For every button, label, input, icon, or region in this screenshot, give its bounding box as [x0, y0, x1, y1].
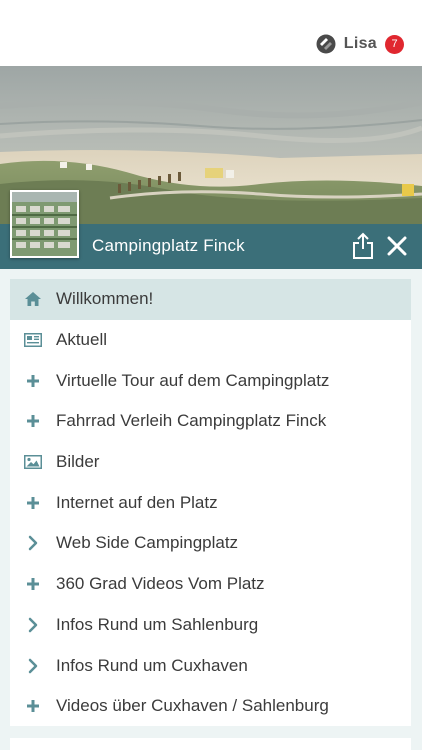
- menu-item-label: Infos Rund um Sahlenburg: [56, 614, 259, 634]
- home-icon: [24, 290, 42, 308]
- menu-item-videos-cuxhaven[interactable]: Videos über Cuxhaven / Sahlenburg: [10, 686, 411, 727]
- username: Lisa: [343, 35, 377, 52]
- menu-item-label: Videos über Cuxhaven / Sahlenburg: [56, 696, 329, 716]
- menu-item-infos-sahlenburg[interactable]: Infos Rund um Sahlenburg: [10, 605, 411, 646]
- menu-item-bilder[interactable]: Bilder: [10, 442, 411, 483]
- user-menu[interactable]: Lisa 7: [316, 31, 404, 57]
- top-bar: Lisa 7: [0, 0, 422, 66]
- menu-item-web-side[interactable]: Web Side Campingplatz: [10, 523, 411, 564]
- close-icon[interactable]: [384, 233, 410, 259]
- plus-icon: [24, 575, 42, 593]
- menu-item-virtuelle-tour[interactable]: Virtuelle Tour auf dem Campingplatz: [10, 360, 411, 401]
- next-section-card: [10, 738, 411, 750]
- menu-item-infos-cuxhaven[interactable]: Infos Rund um Cuxhaven: [10, 645, 411, 686]
- menu-item-label: Aktuell: [56, 330, 108, 350]
- menu-item-willkommen[interactable]: Willkommen!: [10, 279, 411, 320]
- plus-icon: [24, 372, 42, 390]
- menu-item-360-videos[interactable]: 360 Grad Videos Vom Platz: [10, 564, 411, 605]
- chevron-right-icon: [24, 616, 42, 634]
- image-icon: [24, 453, 42, 471]
- menu-item-label: Infos Rund um Cuxhaven: [56, 655, 248, 675]
- app-logo-icon: [316, 34, 336, 54]
- plus-icon: [24, 697, 42, 715]
- menu-item-internet[interactable]: Internet auf den Platz: [10, 482, 411, 523]
- plus-icon: [24, 494, 42, 512]
- menu-item-aktuell[interactable]: Aktuell: [10, 320, 411, 361]
- app-screen: Lisa 7 Campingplatz Finck Willkommen! Ak…: [0, 0, 422, 750]
- menu-item-label: Willkommen!: [56, 289, 154, 309]
- menu-item-label: Internet auf den Platz: [56, 492, 218, 512]
- campsite-thumbnail: [10, 190, 79, 258]
- menu-item-label: 360 Grad Videos Vom Platz: [56, 574, 265, 594]
- campsite-title: Campingplatz Finck: [92, 236, 245, 255]
- main-menu: Willkommen! Aktuell Virtuelle Tour auf d…: [10, 279, 411, 726]
- plus-icon: [24, 412, 42, 430]
- notification-badge: 7: [385, 34, 404, 54]
- menu-item-fahrrad-verleih[interactable]: Fahrrad Verleih Campingplatz Finck: [10, 401, 411, 442]
- menu-item-label: Bilder: [56, 452, 100, 472]
- chevron-right-icon: [24, 657, 42, 675]
- share-icon[interactable]: [351, 232, 375, 260]
- chevron-right-icon: [24, 534, 42, 552]
- newspaper-icon: [24, 331, 42, 349]
- menu-item-label: Web Side Campingplatz: [56, 533, 239, 553]
- menu-item-label: Fahrrad Verleih Campingplatz Finck: [56, 411, 327, 431]
- menu-item-label: Virtuelle Tour auf dem Campingplatz: [56, 370, 330, 390]
